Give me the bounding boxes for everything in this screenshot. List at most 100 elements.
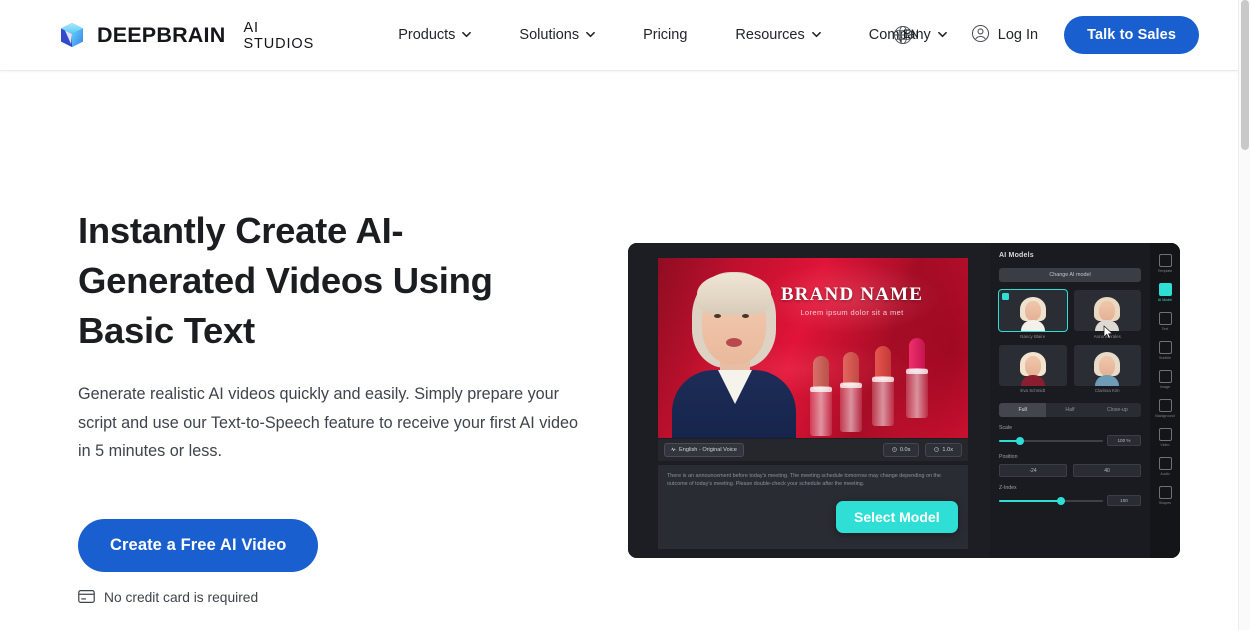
template-icon xyxy=(1158,254,1172,267)
talk-to-sales-button[interactable]: Talk to Sales xyxy=(1064,16,1199,54)
create-free-ai-video-button[interactable]: Create a Free AI Video xyxy=(78,518,319,572)
scale-value[interactable]: 100 % xyxy=(1107,435,1141,446)
chevron-down-icon xyxy=(586,30,595,39)
voice-chip-label: English - Original Voice xyxy=(679,447,737,453)
hero-subheading: Generate realistic AI videos quickly and… xyxy=(78,385,578,460)
page-title: Instantly Create AI-Generated Videos Usi… xyxy=(78,210,493,351)
framing-segmented-control: Full Half Close-up xyxy=(999,403,1141,417)
chevron-down-icon xyxy=(462,30,472,39)
select-model-button[interactable]: Select Model xyxy=(836,501,958,533)
cube-logo-icon xyxy=(58,21,86,49)
subtitle-icon xyxy=(1158,341,1172,354)
ai-models-panel: AI Models Change AI model Nancy Blaire A… xyxy=(990,243,1150,558)
gauge-icon xyxy=(934,446,940,454)
zindex-label: Z-Index xyxy=(999,485,1017,491)
ai-model-icon xyxy=(1158,283,1172,296)
brand-suffix: AI STUDIOS xyxy=(243,20,315,52)
editor-side-panel: AI Models Change AI model Nancy Blaire A… xyxy=(990,243,1180,558)
background-icon xyxy=(1158,399,1172,412)
rail-item-video[interactable]: Video xyxy=(1152,425,1178,450)
segment-full[interactable]: Full xyxy=(999,403,1047,417)
editor-tool-rail: Template AI Model Text Subtitle Image Ba… xyxy=(1150,243,1180,558)
shapes-icon xyxy=(1158,486,1172,499)
nav-item-products[interactable]: Products xyxy=(374,17,495,53)
nav-label: Products xyxy=(398,27,456,43)
canvas-brand-subtitle: Lorem ipsum dolor sit a met xyxy=(800,308,904,317)
duration-control[interactable]: 0.0s xyxy=(882,443,920,457)
lipstick-product-image xyxy=(810,334,962,438)
scale-slider-row: 100 % xyxy=(999,435,1141,446)
rail-label: AI Model xyxy=(1157,298,1173,302)
audio-icon xyxy=(1158,457,1172,470)
chevron-down-icon xyxy=(811,30,821,39)
nav-label: Resources xyxy=(735,27,805,43)
speed-control[interactable]: 1.0x xyxy=(925,443,962,457)
text-icon xyxy=(1158,312,1172,325)
script-text: There is an announcement before today's … xyxy=(667,473,941,487)
speed-value: 1.0x xyxy=(942,447,953,453)
image-icon xyxy=(1158,370,1172,383)
rail-label: Subtitle xyxy=(1159,356,1171,360)
position-fields: -24 40 xyxy=(999,464,1141,477)
selected-check-icon xyxy=(1001,292,1009,300)
product-preview: BRAND NAME Lorem ipsum dolor sit a met E… xyxy=(628,243,1180,558)
rail-item-image[interactable]: Image xyxy=(1152,367,1178,392)
ai-model-grid: Nancy Blaire Anna Morales Eva Schmidt Cl… xyxy=(998,289,1141,393)
language-selector[interactable]: EN xyxy=(890,24,919,50)
model-card-3[interactable]: Clarissa Kim xyxy=(1073,344,1141,393)
voice-wave-icon xyxy=(671,447,676,454)
no-credit-card-label: No credit card is required xyxy=(104,590,259,605)
clock-icon xyxy=(892,446,897,454)
nav-label: Solutions xyxy=(519,27,580,43)
segment-half[interactable]: Half xyxy=(1046,403,1093,417)
rail-item-ai-model[interactable]: AI Model xyxy=(1152,280,1178,305)
login-link[interactable]: Log In xyxy=(971,24,1038,47)
model-card-0[interactable]: Nancy Blaire xyxy=(998,289,1068,339)
canvas-toolbar: English - Original Voice 0.0s 1.0x xyxy=(658,439,968,461)
brand-logo[interactable]: DEEPBRAIN AI STUDIOS xyxy=(58,19,315,52)
rail-item-shapes[interactable]: Shapes xyxy=(1152,483,1178,508)
zindex-slider[interactable] xyxy=(999,496,1103,505)
nav-item-resources[interactable]: Resources xyxy=(711,17,844,53)
no-credit-card-note: No credit card is required xyxy=(78,589,598,606)
rail-label: Audio xyxy=(1160,472,1170,476)
rail-item-subtitle[interactable]: Subtitle xyxy=(1152,338,1178,363)
main-navigation: Products Solutions Pricing Resources Com… xyxy=(374,17,971,53)
rail-item-background[interactable]: Background xyxy=(1152,396,1178,421)
rail-label: Template xyxy=(1157,269,1173,273)
header-actions: Log In Talk to Sales xyxy=(971,16,1242,54)
voice-language-chip[interactable]: English - Original Voice xyxy=(664,443,744,457)
scale-label: Scale xyxy=(999,425,1012,431)
zindex-slider-row: 100 xyxy=(999,495,1141,506)
position-y-input[interactable]: 40 xyxy=(1073,464,1141,477)
position-x-input[interactable]: -24 xyxy=(999,464,1067,477)
mouse-cursor-icon xyxy=(1103,325,1114,345)
canvas-brand-title: BRAND NAME xyxy=(780,284,924,305)
rail-item-template[interactable]: Template xyxy=(1152,251,1178,276)
segment-closeup[interactable]: Close-up xyxy=(1094,403,1141,417)
login-label: Log In xyxy=(997,27,1039,43)
rail-item-audio[interactable]: Audio xyxy=(1152,454,1178,479)
change-ai-model-button[interactable]: Change AI model xyxy=(999,268,1141,282)
zindex-value[interactable]: 100 xyxy=(1107,495,1141,506)
video-canvas[interactable]: BRAND NAME Lorem ipsum dolor sit a met xyxy=(658,258,968,438)
rail-label: Video xyxy=(1160,443,1170,447)
nav-label: Pricing xyxy=(643,27,688,43)
account-circle-icon xyxy=(971,24,990,47)
nav-item-solutions[interactable]: Solutions xyxy=(495,17,619,53)
chevron-down-icon xyxy=(937,30,947,39)
scale-slider[interactable] xyxy=(999,436,1103,445)
hero-copy: Instantly Create AI-Generated Videos Usi… xyxy=(78,206,598,606)
rail-label: Background xyxy=(1155,414,1175,418)
nav-item-pricing[interactable]: Pricing xyxy=(619,17,711,53)
rail-label: Image xyxy=(1160,385,1170,389)
site-header: DEEPBRAIN AI STUDIOS Products Solutions … xyxy=(0,0,1238,71)
scrollbar-thumb[interactable] xyxy=(1241,0,1249,150)
panel-title: AI Models xyxy=(999,252,1034,259)
model-card-2[interactable]: Eva Schmidt xyxy=(999,344,1067,393)
rail-label: Shapes xyxy=(1158,501,1172,505)
rail-item-text[interactable]: Text xyxy=(1152,309,1178,334)
page-scrollbar[interactable] xyxy=(1238,0,1250,630)
hero-section: Instantly Create AI-Generated Videos Usi… xyxy=(0,71,1238,630)
brand-name: DEEPBRAIN xyxy=(97,22,226,47)
